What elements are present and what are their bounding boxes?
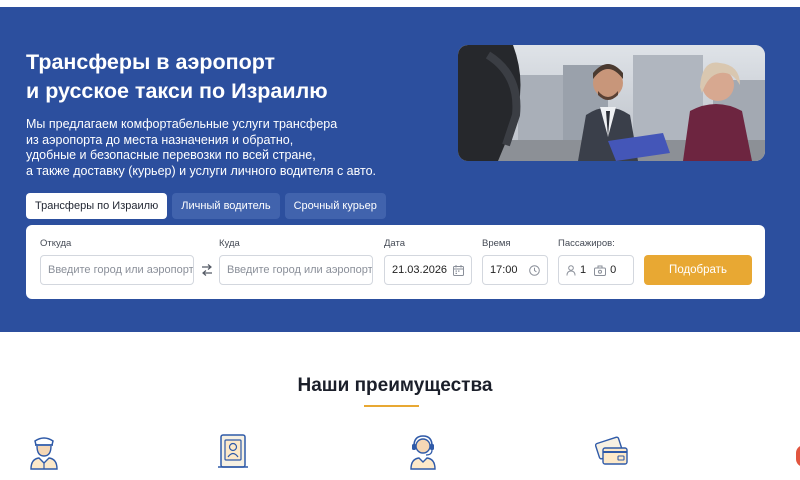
date-value: 21.03.2026 <box>392 264 448 276</box>
from-placeholder: Введите город или аэропорт <box>48 264 194 276</box>
tab-urgent-courier[interactable]: Срочный курьер <box>284 193 386 219</box>
hero-photo-illustration <box>458 45 765 161</box>
search-form: Откуда Введите город или аэропорт Куда В… <box>26 225 765 299</box>
hero-description-line: из аэропорта до места назначения и обрат… <box>26 132 294 147</box>
passengers-input[interactable]: 1 0 <box>558 255 634 285</box>
support-operator-icon <box>410 435 436 470</box>
hero-title-line-2: и русское такси по Израилю <box>26 79 328 103</box>
luggage-icon <box>594 265 607 276</box>
tab-personal-driver[interactable]: Личный водитель <box>172 193 280 219</box>
passengers-label: Пассажиров: <box>558 238 615 249</box>
hero-description-line: Мы предлагаем комфортабельные услуги тра… <box>26 117 338 131</box>
to-placeholder: Введите город или аэропорт <box>227 264 373 276</box>
hero-description-line: а также доставку (курьер) и услуги лично… <box>26 163 376 178</box>
passengers-count: 1 <box>580 264 587 276</box>
title-underline <box>364 405 419 407</box>
time-label: Время <box>482 238 511 249</box>
passengers-group: 1 <box>566 264 586 276</box>
from-label: Откуда <box>40 238 72 249</box>
swap-icon[interactable] <box>200 263 214 277</box>
hero-description-line: удобные и безопасные перевозки по всей с… <box>26 148 316 162</box>
document-icon <box>218 434 248 468</box>
luggage-count: 0 <box>610 264 617 276</box>
tab-transfers-israel[interactable]: Трансферы по Израилю <box>26 193 168 219</box>
search-submit-button[interactable]: Подобрать <box>644 255 752 285</box>
clock-icon <box>529 264 540 276</box>
person-icon <box>566 264 576 276</box>
advantages-title: Наши преимущества <box>297 375 493 396</box>
luggage-group: 0 <box>594 264 616 276</box>
to-input[interactable]: Введите город или аэропорт <box>219 255 373 285</box>
service-tabs: Трансферы по Израилю Личный водитель Сро… <box>26 193 386 219</box>
hero-title: Трансферы в аэропорт и русское такси по … <box>26 48 446 106</box>
calendar-icon <box>453 264 464 276</box>
floating-widget-button[interactable] <box>796 445 800 467</box>
hero-description: Мы предлагаем комфортабельные услуги тра… <box>26 117 446 179</box>
payment-card-icon <box>594 436 628 465</box>
hero-photo <box>458 45 765 161</box>
from-input[interactable]: Введите город или аэропорт <box>40 255 194 285</box>
time-input[interactable]: 17:00 <box>482 255 548 285</box>
hero-title-line-1: Трансферы в аэропорт <box>26 50 276 74</box>
date-input[interactable]: 21.03.2026 <box>384 255 472 285</box>
driver-icon <box>30 437 58 470</box>
time-value: 17:00 <box>490 264 518 276</box>
date-label: Дата <box>384 238 406 249</box>
to-label: Куда <box>219 238 240 249</box>
top-bar <box>0 0 800 7</box>
